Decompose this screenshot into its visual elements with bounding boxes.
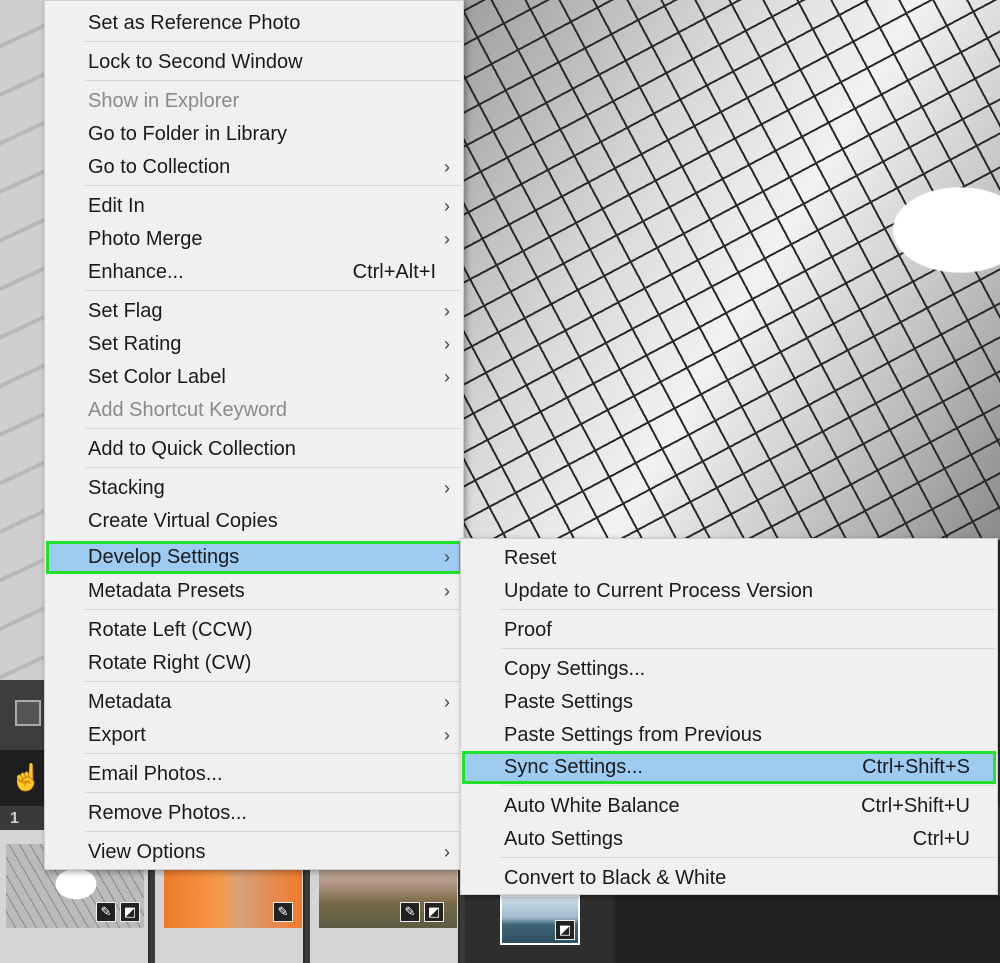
menu-separator — [85, 290, 461, 291]
main-photo-preview — [440, 0, 1000, 540]
menu-separator — [85, 41, 461, 42]
shortcut-label: Ctrl+U — [912, 828, 970, 850]
filmstrip-empty-area — [615, 895, 1000, 963]
edit-badge-icon: ✎ — [400, 902, 420, 922]
submenu-item-proof[interactable]: Proof — [462, 614, 996, 647]
menu-item-metadata[interactable]: Metadata › — [46, 686, 462, 719]
menu-separator — [501, 609, 995, 610]
menu-item-develop-settings[interactable]: Develop Settings › — [46, 541, 462, 574]
menu-item-go-to-collection[interactable]: Go to Collection › — [46, 151, 462, 184]
submenu-item-update-process-version[interactable]: Update to Current Process Version — [462, 575, 996, 608]
menu-item-export[interactable]: Export › — [46, 719, 462, 752]
submenu-item-auto-settings[interactable]: Auto Settings Ctrl+U — [462, 823, 996, 856]
left-panel-edge — [0, 0, 44, 680]
menu-item-remove-photos[interactable]: Remove Photos... — [46, 797, 462, 830]
chevron-right-icon: › — [444, 842, 450, 862]
chevron-right-icon: › — [444, 581, 450, 601]
menu-item-show-in-explorer: Show in Explorer — [88, 90, 240, 112]
menu-item-stacking[interactable]: Stacking › — [46, 472, 462, 505]
develop-badge-icon: ◩ — [424, 902, 444, 922]
menu-separator — [85, 753, 461, 754]
menu-separator — [85, 80, 461, 81]
submenu-item-copy-settings[interactable]: Copy Settings... — [462, 653, 996, 686]
chevron-right-icon: › — [444, 229, 450, 249]
chevron-right-icon: › — [444, 478, 450, 498]
menu-item-add-to-quick-collection[interactable]: Add to Quick Collection — [46, 433, 462, 466]
filmstrip-count: 1 — [10, 810, 19, 827]
chevron-right-icon: › — [444, 692, 450, 712]
chevron-right-icon: › — [444, 334, 450, 354]
menu-item-metadata-presets[interactable]: Metadata Presets › — [46, 575, 462, 608]
menu-separator — [85, 831, 461, 832]
chevron-right-icon: › — [444, 367, 450, 387]
chevron-right-icon: › — [444, 725, 450, 745]
chevron-right-icon: › — [444, 547, 450, 567]
menu-separator — [501, 648, 995, 649]
submenu-item-paste-settings[interactable]: Paste Settings — [462, 686, 996, 719]
develop-badge-icon: ◩ — [120, 902, 140, 922]
chevron-right-icon: › — [444, 301, 450, 321]
develop-badge-icon: ◩ — [555, 920, 575, 940]
menu-separator — [85, 681, 461, 682]
menu-item-lock-to-second-window[interactable]: Lock to Second Window — [46, 46, 462, 79]
menu-separator — [85, 467, 461, 468]
menu-item-set-rating[interactable]: Set Rating › — [46, 328, 462, 361]
chevron-right-icon: › — [444, 157, 450, 177]
menu-item-edit-in[interactable]: Edit In › — [46, 190, 462, 223]
menu-item-set-color-label[interactable]: Set Color Label › — [46, 361, 462, 394]
shortcut-label: Ctrl+Alt+I — [352, 261, 436, 283]
menu-item-go-to-folder-in-library[interactable]: Go to Folder in Library — [46, 118, 462, 151]
context-menu: Set as Reference Photo Lock to Second Wi… — [44, 0, 464, 870]
menu-separator — [85, 428, 461, 429]
menu-item-add-shortcut-keyword: Add Shortcut Keyword — [88, 399, 287, 421]
menu-separator — [85, 792, 461, 793]
menu-item-enhance[interactable]: Enhance... Ctrl+Alt+I — [46, 256, 462, 289]
submenu-item-paste-settings-from-previous[interactable]: Paste Settings from Previous — [462, 719, 996, 752]
menu-item-rotate-left[interactable]: Rotate Left (CCW) — [46, 614, 462, 647]
edit-badge-icon: ✎ — [273, 902, 293, 922]
menu-separator — [85, 185, 461, 186]
develop-settings-submenu: Reset Update to Current Process Version … — [460, 538, 998, 895]
menu-item-photo-merge[interactable]: Photo Merge › — [46, 223, 462, 256]
menu-separator — [85, 609, 461, 610]
shortcut-label: Ctrl+Shift+U — [861, 795, 970, 817]
menu-separator — [501, 785, 995, 786]
submenu-item-convert-to-bw[interactable]: Convert to Black & White — [462, 862, 996, 895]
submenu-item-auto-white-balance[interactable]: Auto White Balance Ctrl+Shift+U — [462, 790, 996, 823]
edit-badge-icon: ✎ — [96, 902, 116, 922]
hand-tool-icon[interactable]: ☝ — [10, 760, 42, 794]
view-mode-button[interactable] — [15, 700, 41, 726]
chevron-right-icon: › — [444, 196, 450, 216]
menu-item-rotate-right[interactable]: Rotate Right (CW) — [46, 647, 462, 680]
submenu-item-reset[interactable]: Reset — [462, 542, 996, 575]
submenu-item-sync-settings[interactable]: Sync Settings... Ctrl+Shift+S — [462, 751, 996, 784]
menu-separator — [501, 857, 995, 858]
menu-item-view-options[interactable]: View Options › — [46, 836, 462, 869]
menu-item-set-as-reference-photo[interactable]: Set as Reference Photo — [46, 7, 462, 40]
shortcut-label: Ctrl+Shift+S — [862, 756, 970, 778]
menu-item-email-photos[interactable]: Email Photos... — [46, 758, 462, 791]
menu-item-create-virtual-copies[interactable]: Create Virtual Copies — [46, 505, 462, 538]
menu-item-set-flag[interactable]: Set Flag › — [46, 295, 462, 328]
